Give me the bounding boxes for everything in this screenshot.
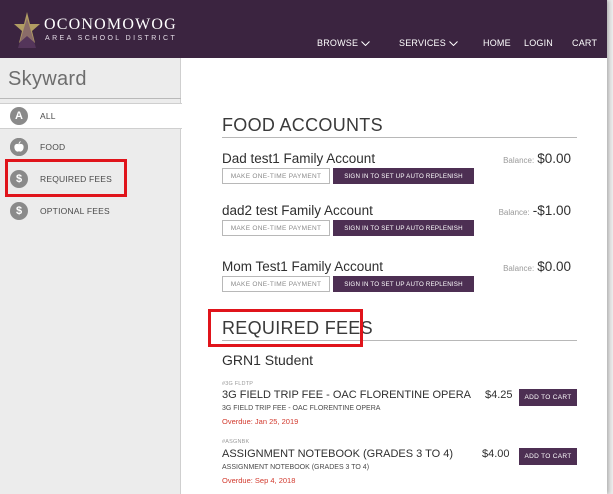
account-balance: Balance: $0.00 bbox=[503, 151, 571, 166]
fee-description: ASSIGNMENT NOTEBOOK (GRADES 3 TO 4) bbox=[222, 464, 370, 471]
add-to-cart-button[interactable]: ADD TO CART bbox=[519, 389, 577, 406]
page-frame: OCONOMOWOG AREA SCHOOL DISTRICT BROWSE S… bbox=[0, 0, 607, 494]
nav-home-label: HOME bbox=[483, 38, 511, 48]
fee-amount: $4.00 bbox=[482, 448, 510, 460]
fee-amount: $4.25 bbox=[485, 389, 513, 401]
nav-services-label: SERVICES bbox=[399, 38, 446, 48]
logo-name: OCONOMOWOG bbox=[44, 16, 177, 33]
fee-overdue-date: Overdue: Jan 25, 2019 bbox=[222, 417, 299, 426]
sidebar-item-food[interactable]: FOOD bbox=[0, 134, 181, 160]
fee-overdue-date: Overdue: Sep 4, 2018 bbox=[222, 476, 296, 485]
sidebar-item-label: ALL bbox=[40, 111, 56, 121]
highlight-required-fees-heading bbox=[208, 309, 363, 347]
chevron-down-icon bbox=[449, 40, 458, 46]
apple-icon bbox=[10, 138, 28, 156]
fee-code: #3G FLDTP bbox=[222, 381, 254, 387]
student-name: GRN1 Student bbox=[222, 352, 314, 368]
fee-title: 3G FIELD TRIP FEE - OAC FLORENTINE OPERA bbox=[222, 389, 471, 401]
auto-replenish-button[interactable]: SIGN IN TO SET UP AUTO REPLENISH bbox=[333, 168, 474, 184]
nav-cart-label: CART bbox=[572, 38, 598, 48]
account-balance: Balance: $0.00 bbox=[503, 259, 571, 274]
balance-label: Balance: bbox=[503, 264, 535, 273]
sidebar-item-label: FOOD bbox=[40, 142, 66, 152]
add-to-cart-button[interactable]: ADD TO CART bbox=[519, 448, 577, 465]
auto-replenish-button[interactable]: SIGN IN TO SET UP AUTO REPLENISH bbox=[333, 276, 474, 292]
sidebar-item-label: OPTIONAL FEES bbox=[40, 206, 110, 216]
account-name: dad2 test Family Account bbox=[222, 203, 373, 218]
sidebar-item-all[interactable]: A ALL bbox=[0, 103, 182, 129]
auto-replenish-button[interactable]: SIGN IN TO SET UP AUTO REPLENISH bbox=[333, 220, 474, 236]
make-one-time-payment-button[interactable]: MAKE ONE-TIME PAYMENT bbox=[222, 220, 330, 236]
account-balance: Balance: -$1.00 bbox=[499, 203, 571, 218]
district-logo[interactable]: OCONOMOWOG AREA SCHOOL DISTRICT bbox=[14, 12, 204, 48]
skyward-brand: Skyward bbox=[8, 68, 87, 90]
site-header: OCONOMOWOG AREA SCHOOL DISTRICT BROWSE S… bbox=[0, 0, 607, 58]
balance-label: Balance: bbox=[503, 156, 535, 165]
nav-cart[interactable]: CART bbox=[572, 38, 597, 48]
fee-description: 3G FIELD TRIP FEE - OAC FLORENTINE OPERA bbox=[222, 405, 381, 412]
highlight-required-fees-sidebar bbox=[5, 159, 127, 197]
logo-subtitle: AREA SCHOOL DISTRICT bbox=[45, 35, 178, 42]
chevron-down-icon bbox=[361, 40, 371, 46]
brand-divider bbox=[0, 98, 181, 99]
balance-value: -$1.00 bbox=[532, 203, 571, 218]
account-name: Mom Test1 Family Account bbox=[222, 259, 384, 274]
nav-login-label: LOGIN bbox=[524, 38, 554, 48]
section-divider bbox=[222, 137, 577, 138]
logo-star-icon bbox=[14, 12, 40, 48]
nav-browse[interactable]: BROWSE bbox=[317, 38, 371, 48]
nav-login[interactable]: LOGIN bbox=[524, 38, 553, 48]
sidebar-item-optional-fees[interactable]: $ OPTIONAL FEES bbox=[0, 198, 181, 224]
dollar-icon: $ bbox=[10, 202, 28, 220]
balance-label: Balance: bbox=[498, 208, 530, 217]
fee-code: #ASGNBK bbox=[222, 439, 250, 445]
fee-title: ASSIGNMENT NOTEBOOK (GRADES 3 TO 4) bbox=[222, 448, 454, 460]
make-one-time-payment-button[interactable]: MAKE ONE-TIME PAYMENT bbox=[222, 168, 330, 184]
account-name: Dad test1 Family Account bbox=[222, 151, 376, 166]
balance-value: $0.00 bbox=[537, 151, 571, 166]
nav-home[interactable]: HOME bbox=[483, 38, 511, 48]
letter-a-icon: A bbox=[10, 107, 28, 125]
balance-value: $0.00 bbox=[537, 259, 571, 274]
section-title-food: FOOD ACCOUNTS bbox=[222, 115, 383, 135]
nav-browse-label: BROWSE bbox=[317, 38, 359, 48]
nav-services[interactable]: SERVICES bbox=[399, 38, 458, 48]
make-one-time-payment-button[interactable]: MAKE ONE-TIME PAYMENT bbox=[222, 276, 330, 292]
